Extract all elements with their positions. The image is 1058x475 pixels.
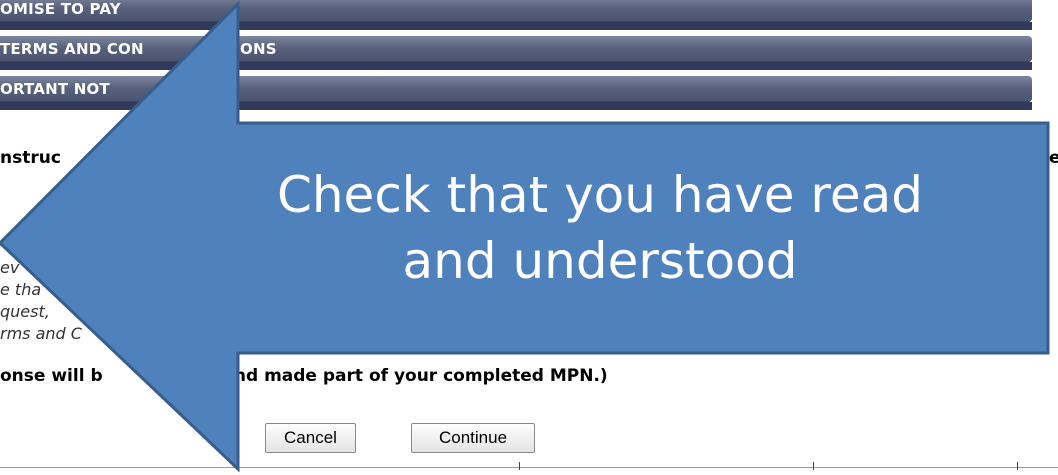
section-bar-separator [0,102,1032,110]
section-bar-separator [0,22,1032,30]
section-bar-terms-and-conditions[interactable]: TERMS AND CON ONS [0,36,1032,62]
italic-text-line: quest, [0,302,50,321]
callout-arrow [0,0,1050,473]
table-column-tick [519,462,520,470]
instructions-heading-end: e [1049,148,1058,168]
callout-line-2: and understood [402,232,798,290]
italic-text-line: ev [0,258,20,277]
instructions-heading: nstruc [0,148,61,168]
section-bar-label-tail: ONS [240,40,277,58]
continue-button[interactable]: Continue [411,423,535,453]
response-notice-part1: onse will b [0,366,103,386]
section-bar-important-notices[interactable]: ORTANT NOT [0,76,1032,102]
callout-text: Check that you have read and understood [160,162,1040,294]
response-notice: onse will b ded and made part of your com… [0,366,960,386]
table-column-tick [813,462,814,470]
callout-line-1: Check that you have read [276,166,924,224]
bottom-divider [0,467,1058,468]
section-bar-separator [0,62,1032,70]
section-bar-label: TERMS AND CON [0,40,144,58]
table-column-tick [1017,462,1018,470]
cancel-button[interactable]: Cancel [265,423,356,453]
italic-text-line: e tha [0,280,42,299]
section-bar-label: OMISE TO PAY [0,0,121,18]
section-bar-label: ORTANT NOT [0,80,110,98]
response-notice-part2: ded and made part of your completed MPN.… [180,366,608,386]
italic-text-line: rms and C [0,324,82,343]
section-bar-promise-to-pay[interactable]: OMISE TO PAY [0,0,1032,22]
left-arrow-shape [0,0,1050,473]
page: OMISE TO PAY TERMS AND CON ONS ORTANT NO… [0,0,1058,475]
